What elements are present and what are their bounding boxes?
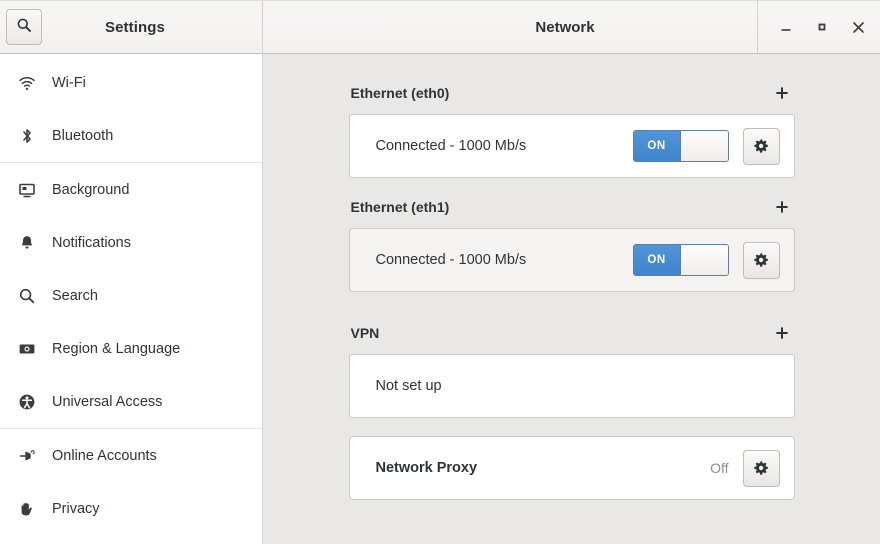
add-eth0-button[interactable] [771, 82, 793, 104]
sidebar-item-wifi[interactable]: Wi-Fi [0, 56, 262, 109]
eth0-settings-button[interactable] [742, 127, 780, 165]
maximize-icon [815, 20, 829, 34]
eth0-row: Connected - 1000 Mb/s ON [348, 114, 795, 178]
sidebar-item-search[interactable]: Search [0, 269, 262, 322]
sidebar-item-bluetooth[interactable]: Bluetooth [0, 109, 262, 162]
header-left-pane: Settings [0, 1, 263, 53]
sidebar-item-label: Wi-Fi [52, 74, 86, 91]
eth1-settings-button[interactable] [742, 241, 780, 279]
eth0-toggle-knob [679, 131, 728, 161]
gear-icon [753, 252, 769, 268]
app-title: Settings [105, 18, 165, 36]
section-header-eth1: Ethernet (eth1) [349, 196, 795, 218]
header-bar: Settings Network [0, 0, 880, 54]
gear-icon [753, 138, 769, 154]
search-icon [14, 287, 40, 305]
vpn-row: Not set up [348, 354, 795, 418]
universal-access-icon [14, 393, 40, 411]
sidebar-item-label: Background [52, 181, 130, 198]
eth1-toggle-label: ON [633, 245, 680, 275]
maximize-button[interactable] [804, 7, 840, 47]
window-controls [757, 1, 880, 53]
vpn-status: Not set up [375, 378, 442, 394]
wifi-icon [14, 74, 40, 92]
search-icon [16, 17, 32, 38]
header-right-pane: Network [263, 1, 880, 53]
privacy-hand-icon [14, 500, 40, 518]
sidebar-item-label: Notifications [52, 234, 131, 251]
sidebar-item-label: Region & Language [52, 340, 181, 357]
network-proxy-row[interactable]: Network Proxy Off [348, 436, 795, 500]
section-header-vpn: VPN [349, 322, 795, 344]
network-proxy-label: Network Proxy [375, 460, 478, 476]
close-button[interactable] [840, 7, 876, 47]
sidebar-item-background[interactable]: Background [0, 163, 262, 216]
eth0-toggle-label: ON [633, 131, 680, 161]
eth0-toggle[interactable]: ON [632, 130, 729, 162]
region-language-icon [14, 340, 40, 358]
page-title: Network [535, 18, 595, 36]
section-title: Ethernet (eth1) [350, 199, 450, 215]
add-eth1-button[interactable] [771, 196, 793, 218]
sidebar-item-privacy[interactable]: Privacy [0, 482, 262, 535]
online-accounts-icon [14, 447, 40, 465]
eth1-row: Connected - 1000 Mb/s ON [348, 228, 795, 292]
minimize-icon [779, 20, 793, 34]
sidebar-item-notifications[interactable]: Notifications [0, 216, 262, 269]
section-header-eth0: Ethernet (eth0) [349, 82, 795, 104]
search-button[interactable] [6, 9, 42, 45]
section-title: Ethernet (eth0) [350, 85, 450, 101]
sidebar-item-online-accounts[interactable]: Online Accounts [0, 429, 262, 482]
section-title: VPN [350, 325, 380, 341]
sidebar-item-label: Universal Access [52, 393, 163, 410]
network-proxy-settings-button[interactable] [742, 449, 780, 487]
bell-icon [14, 234, 40, 252]
close-icon [851, 20, 866, 35]
eth1-toggle-knob [679, 245, 728, 275]
sidebar: Wi-Fi Bluetooth Background Notifications… [0, 54, 263, 544]
sidebar-item-universal-access[interactable]: Universal Access [0, 375, 262, 428]
window-body: Wi-Fi Bluetooth Background Notifications… [0, 54, 880, 544]
sidebar-item-label: Privacy [52, 500, 100, 517]
add-vpn-button[interactable] [771, 322, 793, 344]
settings-window: Settings Network Wi-Fi Bluetooth Backgro… [0, 0, 880, 544]
sidebar-item-label: Bluetooth [52, 127, 114, 144]
minimize-button[interactable] [768, 7, 804, 47]
eth0-status: Connected - 1000 Mb/s [375, 138, 527, 154]
sidebar-item-label: Online Accounts [52, 447, 157, 464]
gear-icon [753, 460, 769, 476]
bluetooth-icon [14, 127, 40, 145]
eth1-toggle[interactable]: ON [632, 244, 729, 276]
sidebar-item-region-language[interactable]: Region & Language [0, 322, 262, 375]
eth1-status: Connected - 1000 Mb/s [375, 252, 527, 268]
sidebar-item-label: Search [52, 287, 98, 304]
background-icon [14, 181, 40, 199]
network-proxy-state: Off [710, 460, 729, 476]
network-panel: Ethernet (eth0) Connected - 1000 Mb/s ON [263, 54, 880, 544]
